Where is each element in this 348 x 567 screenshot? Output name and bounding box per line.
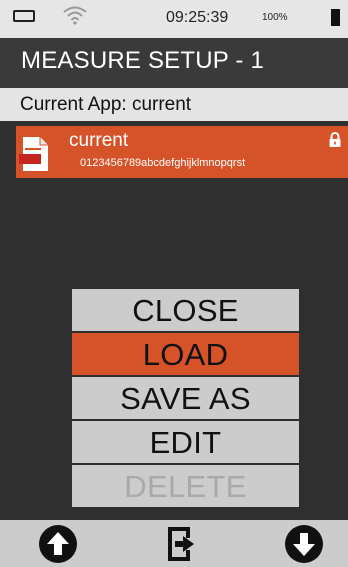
battery-outline-icon xyxy=(13,10,35,22)
bottom-navigation xyxy=(0,520,348,567)
delete-menu-item: DELETE xyxy=(72,465,299,509)
app-list-item[interactable]: current 0123456789abcdefghijklmnopqrst xyxy=(16,126,348,178)
arrow-down-circle-icon[interactable] xyxy=(284,524,324,564)
current-app-label: Current App: current xyxy=(0,88,348,121)
page-title: MEASURE SETUP - 1 xyxy=(0,38,348,88)
save-as-menu-item[interactable]: SAVE AS xyxy=(72,377,299,421)
context-menu: CLOSE LOAD SAVE AS EDIT DELETE xyxy=(72,289,299,509)
lock-icon xyxy=(329,132,341,147)
app-description: 0123456789abcdefghijklmnopqrst xyxy=(80,157,246,169)
battery-percent: 100% xyxy=(262,12,288,23)
clock-time: 09:25:39 xyxy=(166,9,229,26)
edit-menu-item[interactable]: EDIT xyxy=(72,421,299,465)
status-bar: 09:25:39 100% xyxy=(0,0,348,38)
document-icon xyxy=(19,137,48,171)
wifi-icon xyxy=(63,6,87,25)
battery-icon xyxy=(331,9,340,26)
close-menu-item[interactable]: CLOSE xyxy=(72,289,299,333)
app-name: current xyxy=(69,130,129,151)
exit-icon[interactable] xyxy=(160,524,200,564)
load-menu-item[interactable]: LOAD xyxy=(72,333,299,377)
arrow-up-circle-icon[interactable] xyxy=(38,524,78,564)
